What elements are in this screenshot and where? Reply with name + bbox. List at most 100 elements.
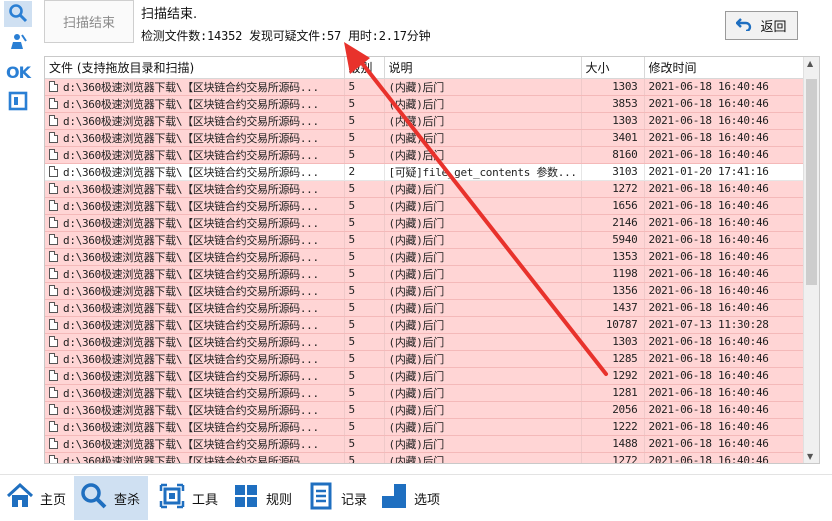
file-icon [49,199,58,211]
level-cell: 5 [344,384,385,402]
modified-time-cell: 2021-06-18 16:40:46 [644,231,805,249]
table-row[interactable]: d:\360极速浏览器下载\【区块链合约交易所源码... 5 (内藏)后门 1437 2… [45,299,805,317]
table-scrollbar[interactable]: ▲ ▼ [803,57,819,463]
results-table[interactable]: 文件 (支持拖放目录和扫描) 级别 说明 大小 修改时间 d:\360极速浏览器… [44,56,820,464]
search-icon [8,3,28,26]
modified-time-cell: 2021-06-18 16:40:46 [644,129,805,147]
rail-user-clean-button[interactable] [5,30,31,56]
scroll-up-icon[interactable]: ▲ [807,59,813,68]
description-cell: (内藏)后门 [384,248,582,266]
table-row[interactable]: d:\360极速浏览器下载\【区块链合约交易所源码... 2 [可疑]file_ge… [45,163,805,181]
table-row[interactable]: d:\360极速浏览器下载\【区块链合约交易所源码... 5 (内藏)后门 8160 2… [45,146,805,164]
file-path-cell: d:\360极速浏览器下载\【区块链合约交易所源码... [45,95,345,113]
size-cell: 1285 [581,350,645,368]
bottom-nav: 主页 查杀 工具 规则 记录 选项 [0,474,832,521]
table-row[interactable]: d:\360极速浏览器下载\【区块链合约交易所源码... 5 (内藏)后门 5940 2… [45,231,805,249]
size-cell: 1272 [581,180,645,198]
left-rail: OK [0,0,36,474]
size-cell: 1198 [581,265,645,283]
table-row[interactable]: d:\360极速浏览器下载\【区块链合约交易所源码... 5 (内藏)后门 1656 2… [45,197,805,215]
table-row[interactable]: d:\360极速浏览器下载\【区块链合约交易所源码... 5 (内藏)后门 1198 2… [45,265,805,283]
description-cell: (内藏)后门 [384,316,582,334]
table-row[interactable]: d:\360极速浏览器下载\【区块链合约交易所源码... 5 (内藏)后门 1356 2… [45,282,805,300]
size-cell: 1303 [581,333,645,351]
size-cell: 1292 [581,367,645,385]
description-cell: (内藏)后门 [384,333,582,351]
size-cell: 1656 [581,197,645,215]
description-cell: (内藏)后门 [384,112,582,130]
table-row[interactable]: d:\360极速浏览器下载\【区块链合约交易所源码... 5 (内藏)后门 3853 2… [45,95,805,113]
file-path-cell: d:\360极速浏览器下载\【区块链合约交易所源码... [45,146,345,164]
table-row[interactable]: d:\360极速浏览器下载\【区块链合约交易所源码... 5 (内藏)后门 1488 2… [45,435,805,453]
file-icon [49,250,58,262]
description-cell: (内藏)后门 [384,146,582,164]
file-icon [49,165,58,177]
ok-label: OK [6,62,31,82]
table-row[interactable]: d:\360极速浏览器下载\【区块链合约交易所源码... 5 (内藏)后门 1272 2… [45,452,805,463]
nav-home-label: 主页 [40,492,67,508]
file-path-cell: d:\360极速浏览器下载\【区块链合约交易所源码... [45,299,345,317]
file-path-text: d:\360极速浏览器下载\【区块链合约交易所源码... [63,437,319,451]
size-cell: 1353 [581,248,645,266]
column-header-modified[interactable]: 修改时间 [644,57,805,79]
table-row[interactable]: d:\360极速浏览器下载\【区块链合约交易所源码... 5 (内藏)后门 1303 2… [45,112,805,130]
scroll-thumb[interactable] [806,79,817,285]
column-header-file[interactable]: 文件 (支持拖放目录和扫描) [45,57,345,79]
file-icon [49,386,58,398]
table-row[interactable]: d:\360极速浏览器下载\【区块链合约交易所源码... 5 (内藏)后门 1285 2… [45,350,805,368]
column-header-description[interactable]: 说明 [384,57,582,79]
table-row[interactable]: d:\360极速浏览器下载\【区块链合约交易所源码... 5 (内藏)后门 1353 2… [45,248,805,266]
table-row[interactable]: d:\360极速浏览器下载\【区块链合约交易所源码... 5 (内藏)后门 1281 2… [45,384,805,402]
description-cell: (内藏)后门 [384,282,582,300]
file-path-cell: d:\360极速浏览器下载\【区块链合约交易所源码... [45,214,345,232]
file-icon [49,131,58,143]
nav-scan[interactable]: 查杀 [74,476,148,520]
size-cell: 1488 [581,435,645,453]
level-cell: 5 [344,112,385,130]
level-cell: 2 [344,163,385,181]
file-path-cell: d:\360极速浏览器下载\【区块链合约交易所源码... [45,452,345,463]
description-cell: (内藏)后门 [384,180,582,198]
nav-log[interactable]: 记录 [301,476,371,520]
modified-time-cell: 2021-06-18 16:40:46 [644,265,805,283]
file-path-cell: d:\360极速浏览器下载\【区块链合约交易所源码... [45,163,345,181]
file-path-cell: d:\360极速浏览器下载\【区块链合约交易所源码... [45,435,345,453]
modified-time-cell: 2021-06-18 16:40:46 [644,435,805,453]
level-cell: 5 [344,265,385,283]
table-row[interactable]: d:\360极速浏览器下载\【区块链合约交易所源码... 5 (内藏)后门 1303 2… [45,78,805,96]
modified-time-cell: 2021-07-13 11:30:28 [644,316,805,334]
file-icon [49,335,58,347]
scan-stop-button[interactable]: 扫描结束 [44,0,134,43]
file-path-text: d:\360极速浏览器下载\【区块链合约交易所源码... [63,369,319,383]
file-path-text: d:\360极速浏览器下载\【区块链合约交易所源码... [63,233,319,247]
description-cell: (内藏)后门 [384,197,582,215]
level-cell: 5 [344,401,385,419]
file-icon [49,301,58,313]
rail-frame-button[interactable] [5,89,31,115]
table-row[interactable]: d:\360极速浏览器下载\【区块链合约交易所源码... 5 (内藏)后门 1292 2… [45,367,805,385]
file-path-text: d:\360极速浏览器下载\【区块链合约交易所源码... [63,165,319,179]
rail-search-button[interactable] [4,1,32,27]
file-path-text: d:\360极速浏览器下载\【区块链合约交易所源码... [63,199,319,213]
table-row[interactable]: d:\360极速浏览器下载\【区块链合约交易所源码... 5 (内藏)后门 2056 2… [45,401,805,419]
file-path-cell: d:\360极速浏览器下载\【区块链合约交易所源码... [45,197,345,215]
table-row[interactable]: d:\360极速浏览器下载\【区块链合约交易所源码... 5 (内藏)后门 10787… [45,316,805,334]
back-button[interactable]: 返回 [725,11,798,40]
nav-options[interactable]: 选项 [374,476,444,520]
nav-tools[interactable]: 工具 [152,476,222,520]
table-row[interactable]: d:\360极速浏览器下载\【区块链合约交易所源码... 5 (内藏)后门 2146 2… [45,214,805,232]
size-cell: 3401 [581,129,645,147]
file-path-cell: d:\360极速浏览器下载\【区块链合约交易所源码... [45,401,345,419]
column-header-level[interactable]: 级别 [344,57,385,79]
table-row[interactable]: d:\360极速浏览器下载\【区块链合约交易所源码... 5 (内藏)后门 3401 2… [45,129,805,147]
scroll-down-icon[interactable]: ▼ [807,452,813,461]
table-row[interactable]: d:\360极速浏览器下载\【区块链合约交易所源码... 5 (内藏)后门 1222 2… [45,418,805,436]
size-cell: 1303 [581,78,645,96]
column-header-size[interactable]: 大小 [581,57,645,79]
nav-rules[interactable]: 规则 [226,476,296,520]
description-cell: (内藏)后门 [384,129,582,147]
nav-home[interactable]: 主页 [0,476,70,520]
table-row[interactable]: d:\360极速浏览器下载\【区块链合约交易所源码... 5 (内藏)后门 1272 2… [45,180,805,198]
rail-ok-button[interactable]: OK [5,59,31,85]
table-row[interactable]: d:\360极速浏览器下载\【区块链合约交易所源码... 5 (内藏)后门 1303 2… [45,333,805,351]
